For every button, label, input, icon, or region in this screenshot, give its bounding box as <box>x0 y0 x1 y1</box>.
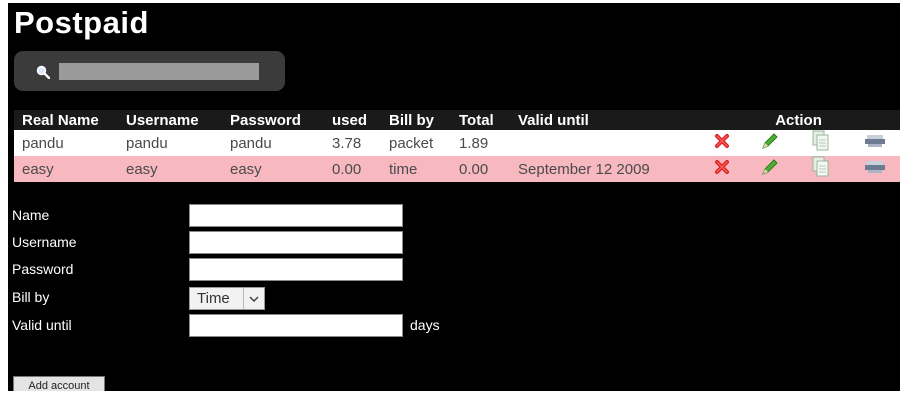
header-username[interactable]: Username <box>118 110 222 130</box>
valid-until-field[interactable] <box>189 314 403 337</box>
header-valid-until[interactable]: Valid until <box>510 110 697 130</box>
add-account-button[interactable]: Add account <box>13 376 105 391</box>
header-total[interactable]: Total <box>451 110 510 130</box>
username-label: Username <box>12 234 77 250</box>
edit-action <box>747 156 792 182</box>
name-label: Name <box>12 207 50 223</box>
cell-total: 1.89 <box>451 130 510 156</box>
cell-used: 3.78 <box>324 130 381 156</box>
days-label: days <box>410 317 440 333</box>
table-row[interactable]: easy easy easy 0.00 time 0.00 September … <box>14 156 900 182</box>
bill-by-select[interactable]: Time <box>189 287 265 310</box>
edit-icon[interactable] <box>760 132 780 154</box>
search-icon[interactable] <box>36 65 51 80</box>
copy-icon[interactable] <box>811 156 831 182</box>
print-action <box>850 156 900 182</box>
valid-until-label: Valid until <box>12 317 72 333</box>
cell-bill-by: time <box>381 156 451 182</box>
table-header-row: Real Name Username Password used Bill by… <box>14 110 900 130</box>
header-bill-by[interactable]: Bill by <box>381 110 451 130</box>
header-real-name[interactable]: Real Name <box>14 110 118 130</box>
edit-icon[interactable] <box>760 158 780 180</box>
cell-valid-until: September 12 2009 <box>510 156 697 182</box>
delete-icon[interactable] <box>714 133 730 153</box>
username-field[interactable] <box>189 231 403 254</box>
search-bar <box>14 51 285 91</box>
bill-by-selected-value: Time <box>197 290 230 307</box>
cell-username: easy <box>118 156 222 182</box>
delete-action <box>697 130 747 156</box>
cell-total: 0.00 <box>451 156 510 182</box>
cell-password: pandu <box>222 130 324 156</box>
delete-action <box>697 156 747 182</box>
page-title: Postpaid <box>14 5 149 40</box>
bill-by-label: Bill by <box>12 289 50 305</box>
name-field[interactable] <box>189 204 403 227</box>
print-icon[interactable] <box>864 160 886 178</box>
copy-icon[interactable] <box>811 130 831 156</box>
print-action <box>850 130 900 156</box>
copy-action <box>792 130 850 156</box>
postpaid-page: Postpaid Real Name Username Password use… <box>8 3 900 391</box>
header-password[interactable]: Password <box>222 110 324 130</box>
delete-icon[interactable] <box>714 159 730 179</box>
table-row[interactable]: pandu pandu pandu 3.78 packet 1.89 <box>14 130 900 156</box>
search-input[interactable] <box>59 63 259 80</box>
print-icon[interactable] <box>864 134 886 152</box>
accounts-table: Real Name Username Password used Bill by… <box>14 110 900 182</box>
edit-action <box>747 130 792 156</box>
cell-username: pandu <box>118 130 222 156</box>
chevron-down-icon <box>243 288 264 309</box>
header-action: Action <box>697 110 900 130</box>
password-label: Password <box>12 261 74 277</box>
add-account-form: Name Username Password Bill by Time Vali… <box>8 200 900 391</box>
cell-valid-until <box>510 130 697 156</box>
copy-action <box>792 156 850 182</box>
cell-real-name: easy <box>14 156 118 182</box>
cell-real-name: pandu <box>14 130 118 156</box>
password-field[interactable] <box>189 258 403 281</box>
cell-bill-by: packet <box>381 130 451 156</box>
cell-password: easy <box>222 156 324 182</box>
cell-used: 0.00 <box>324 156 381 182</box>
header-used[interactable]: used <box>324 110 381 130</box>
